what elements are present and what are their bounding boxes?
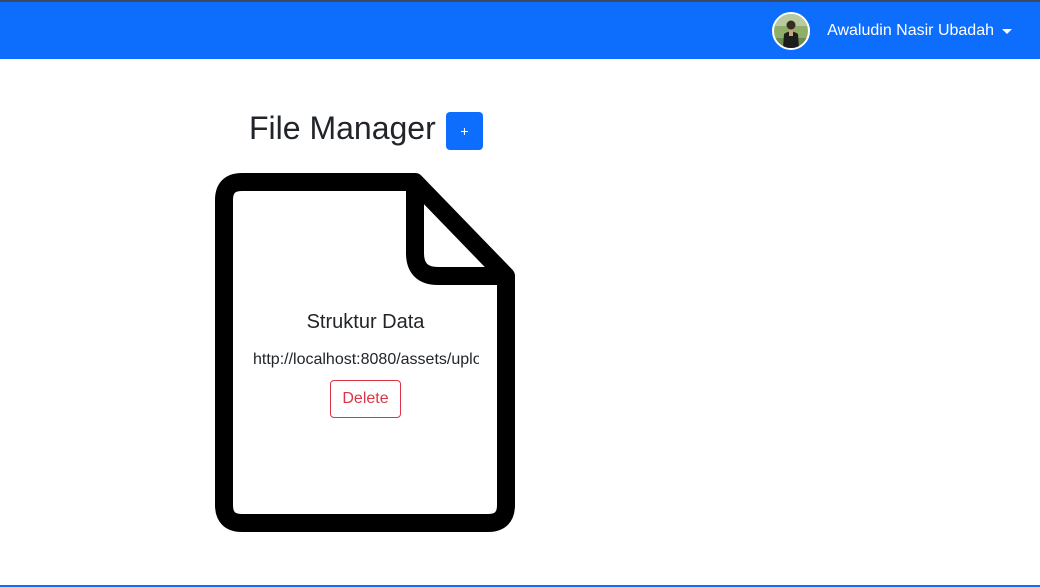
page-title: File Manager (249, 110, 436, 146)
file-url: http://localhost:8080/assets/uploads/ (253, 351, 479, 368)
chevron-down-icon[interactable] (1002, 28, 1012, 34)
add-file-button[interactable]: + (446, 112, 483, 150)
avatar[interactable] (772, 11, 811, 50)
delete-file-button[interactable]: Delete (330, 380, 401, 418)
file-card: Struktur Data http://localhost:8080/asse… (215, 173, 516, 532)
user-dropdown-toggle[interactable]: Awaludin Nasir Ubadah (772, 2, 1012, 59)
file-name: Struktur Data (306, 311, 425, 333)
user-photo-icon (774, 13, 809, 48)
top-navbar: Awaludin Nasir Ubadah (0, 2, 1040, 59)
user-name[interactable]: Awaludin Nasir Ubadah (827, 22, 994, 40)
